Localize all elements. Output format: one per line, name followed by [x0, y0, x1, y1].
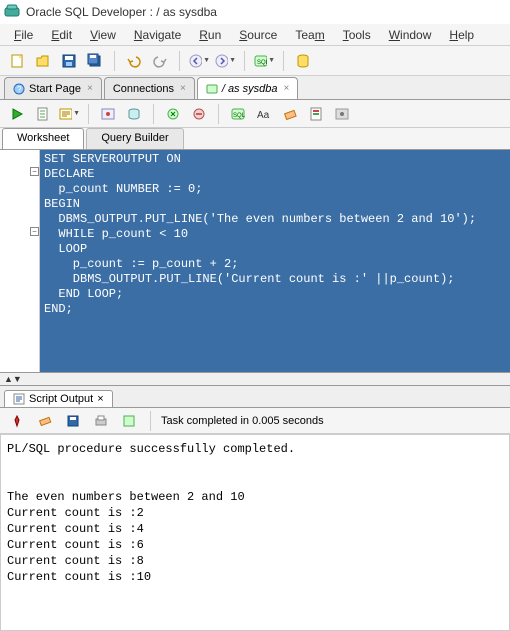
tab-connections[interactable]: Connections × [104, 77, 195, 99]
code-editor[interactable]: − − SET SERVEROUTPUT ON DECLARE p_count … [0, 150, 510, 372]
back-button[interactable]: ▼ [188, 50, 210, 72]
redo-button[interactable] [149, 50, 171, 72]
save-button[interactable] [58, 50, 80, 72]
sql-icon [206, 83, 218, 95]
toolbar-separator [244, 51, 245, 71]
menu-tools[interactable]: Tools [335, 26, 379, 44]
pin-button[interactable] [6, 410, 28, 432]
run-script-button[interactable] [32, 103, 54, 125]
main-toolbar: ▼ ▼ SQL▼ [0, 46, 510, 76]
output-status: Task completed in 0.005 seconds [161, 415, 324, 427]
undo-button[interactable] [123, 50, 145, 72]
save-all-button[interactable] [84, 50, 106, 72]
output-tab-label: Script Output [29, 393, 93, 405]
svg-text:SQL: SQL [257, 60, 267, 66]
forward-button[interactable]: ▼ [214, 50, 236, 72]
db-button[interactable] [292, 50, 314, 72]
toolbar-separator [114, 51, 115, 71]
menubar: File Edit View Navigate Run Source Team … [0, 24, 510, 46]
menu-file[interactable]: File [6, 26, 41, 44]
close-icon[interactable]: × [87, 83, 93, 94]
rollback-button[interactable] [162, 103, 184, 125]
document-tabbar: ? Start Page × Connections × / as sysdba… [0, 76, 510, 100]
fold-toggle[interactable]: − [30, 167, 39, 176]
menu-edit[interactable]: Edit [43, 26, 80, 44]
menu-help[interactable]: Help [441, 26, 482, 44]
editor-gutter: − − [0, 150, 40, 372]
autotrace-button[interactable] [97, 103, 119, 125]
report-button[interactable] [305, 103, 327, 125]
tab-label: Start Page [29, 83, 81, 95]
toolbar-separator [153, 104, 154, 124]
tab-label: / as sysdba [222, 83, 278, 95]
menu-team[interactable]: Team [287, 26, 332, 44]
tab-active-connection[interactable]: / as sysdba × [197, 77, 298, 99]
output-tabbar: Script Output × [0, 386, 510, 408]
worksheet-tabbar: Worksheet Query Builder [0, 128, 510, 150]
open-button[interactable] [32, 50, 54, 72]
clear-output-button[interactable] [34, 410, 56, 432]
toolbar-separator [150, 411, 151, 431]
toolbar-separator [179, 51, 180, 71]
app-icon [4, 4, 20, 20]
tab-label: Connections [113, 83, 174, 95]
commit-button[interactable] [123, 103, 145, 125]
sql-history-button[interactable]: SQL [227, 103, 249, 125]
subtab-querybuilder[interactable]: Query Builder [86, 128, 183, 149]
svg-text:Aa: Aa [257, 110, 270, 121]
window-title: Oracle SQL Developer : / as sysdba [26, 5, 217, 19]
svg-text:SQL: SQL [233, 113, 246, 119]
new-button[interactable] [6, 50, 28, 72]
menu-window[interactable]: Window [381, 26, 440, 44]
subtab-worksheet[interactable]: Worksheet [2, 128, 84, 149]
tab-script-output[interactable]: Script Output × [4, 390, 113, 407]
case-button[interactable]: Aa [253, 103, 275, 125]
settings-button[interactable] [331, 103, 353, 125]
output-body[interactable]: PL/SQL procedure successfully completed.… [0, 434, 510, 631]
sql-button[interactable]: SQL▼ [253, 50, 275, 72]
script-icon [13, 393, 25, 405]
explain-plan-button[interactable]: ▼ [58, 103, 80, 125]
svg-text:?: ? [17, 85, 22, 94]
print-button[interactable] [90, 410, 112, 432]
menu-view[interactable]: View [82, 26, 124, 44]
info-icon: ? [13, 83, 25, 95]
menu-run[interactable]: Run [191, 26, 229, 44]
titlebar: Oracle SQL Developer : / as sysdba [0, 0, 510, 24]
output-toolbar: Task completed in 0.005 seconds [0, 408, 510, 434]
splitter-arrows: ▲▼ [4, 374, 22, 384]
menu-navigate[interactable]: Navigate [126, 26, 189, 44]
toolbar-separator [88, 104, 89, 124]
close-icon[interactable]: × [180, 83, 186, 94]
editor-toolbar: ▼ SQL Aa [0, 100, 510, 128]
fold-toggle[interactable]: − [30, 227, 39, 236]
tab-start-page[interactable]: ? Start Page × [4, 77, 102, 99]
save-output-button[interactable] [62, 410, 84, 432]
close-icon[interactable]: × [97, 393, 103, 405]
run-button[interactable] [6, 103, 28, 125]
toolbar-separator [218, 104, 219, 124]
code-content[interactable]: SET SERVEROUTPUT ON DECLARE p_count NUMB… [40, 150, 510, 372]
clear-button[interactable] [279, 103, 301, 125]
close-icon[interactable]: × [283, 83, 289, 94]
fetch-button[interactable] [118, 410, 140, 432]
unshared-button[interactable] [188, 103, 210, 125]
menu-source[interactable]: Source [231, 26, 285, 44]
toolbar-separator [283, 51, 284, 71]
splitter[interactable]: ▲▼ [0, 372, 510, 386]
